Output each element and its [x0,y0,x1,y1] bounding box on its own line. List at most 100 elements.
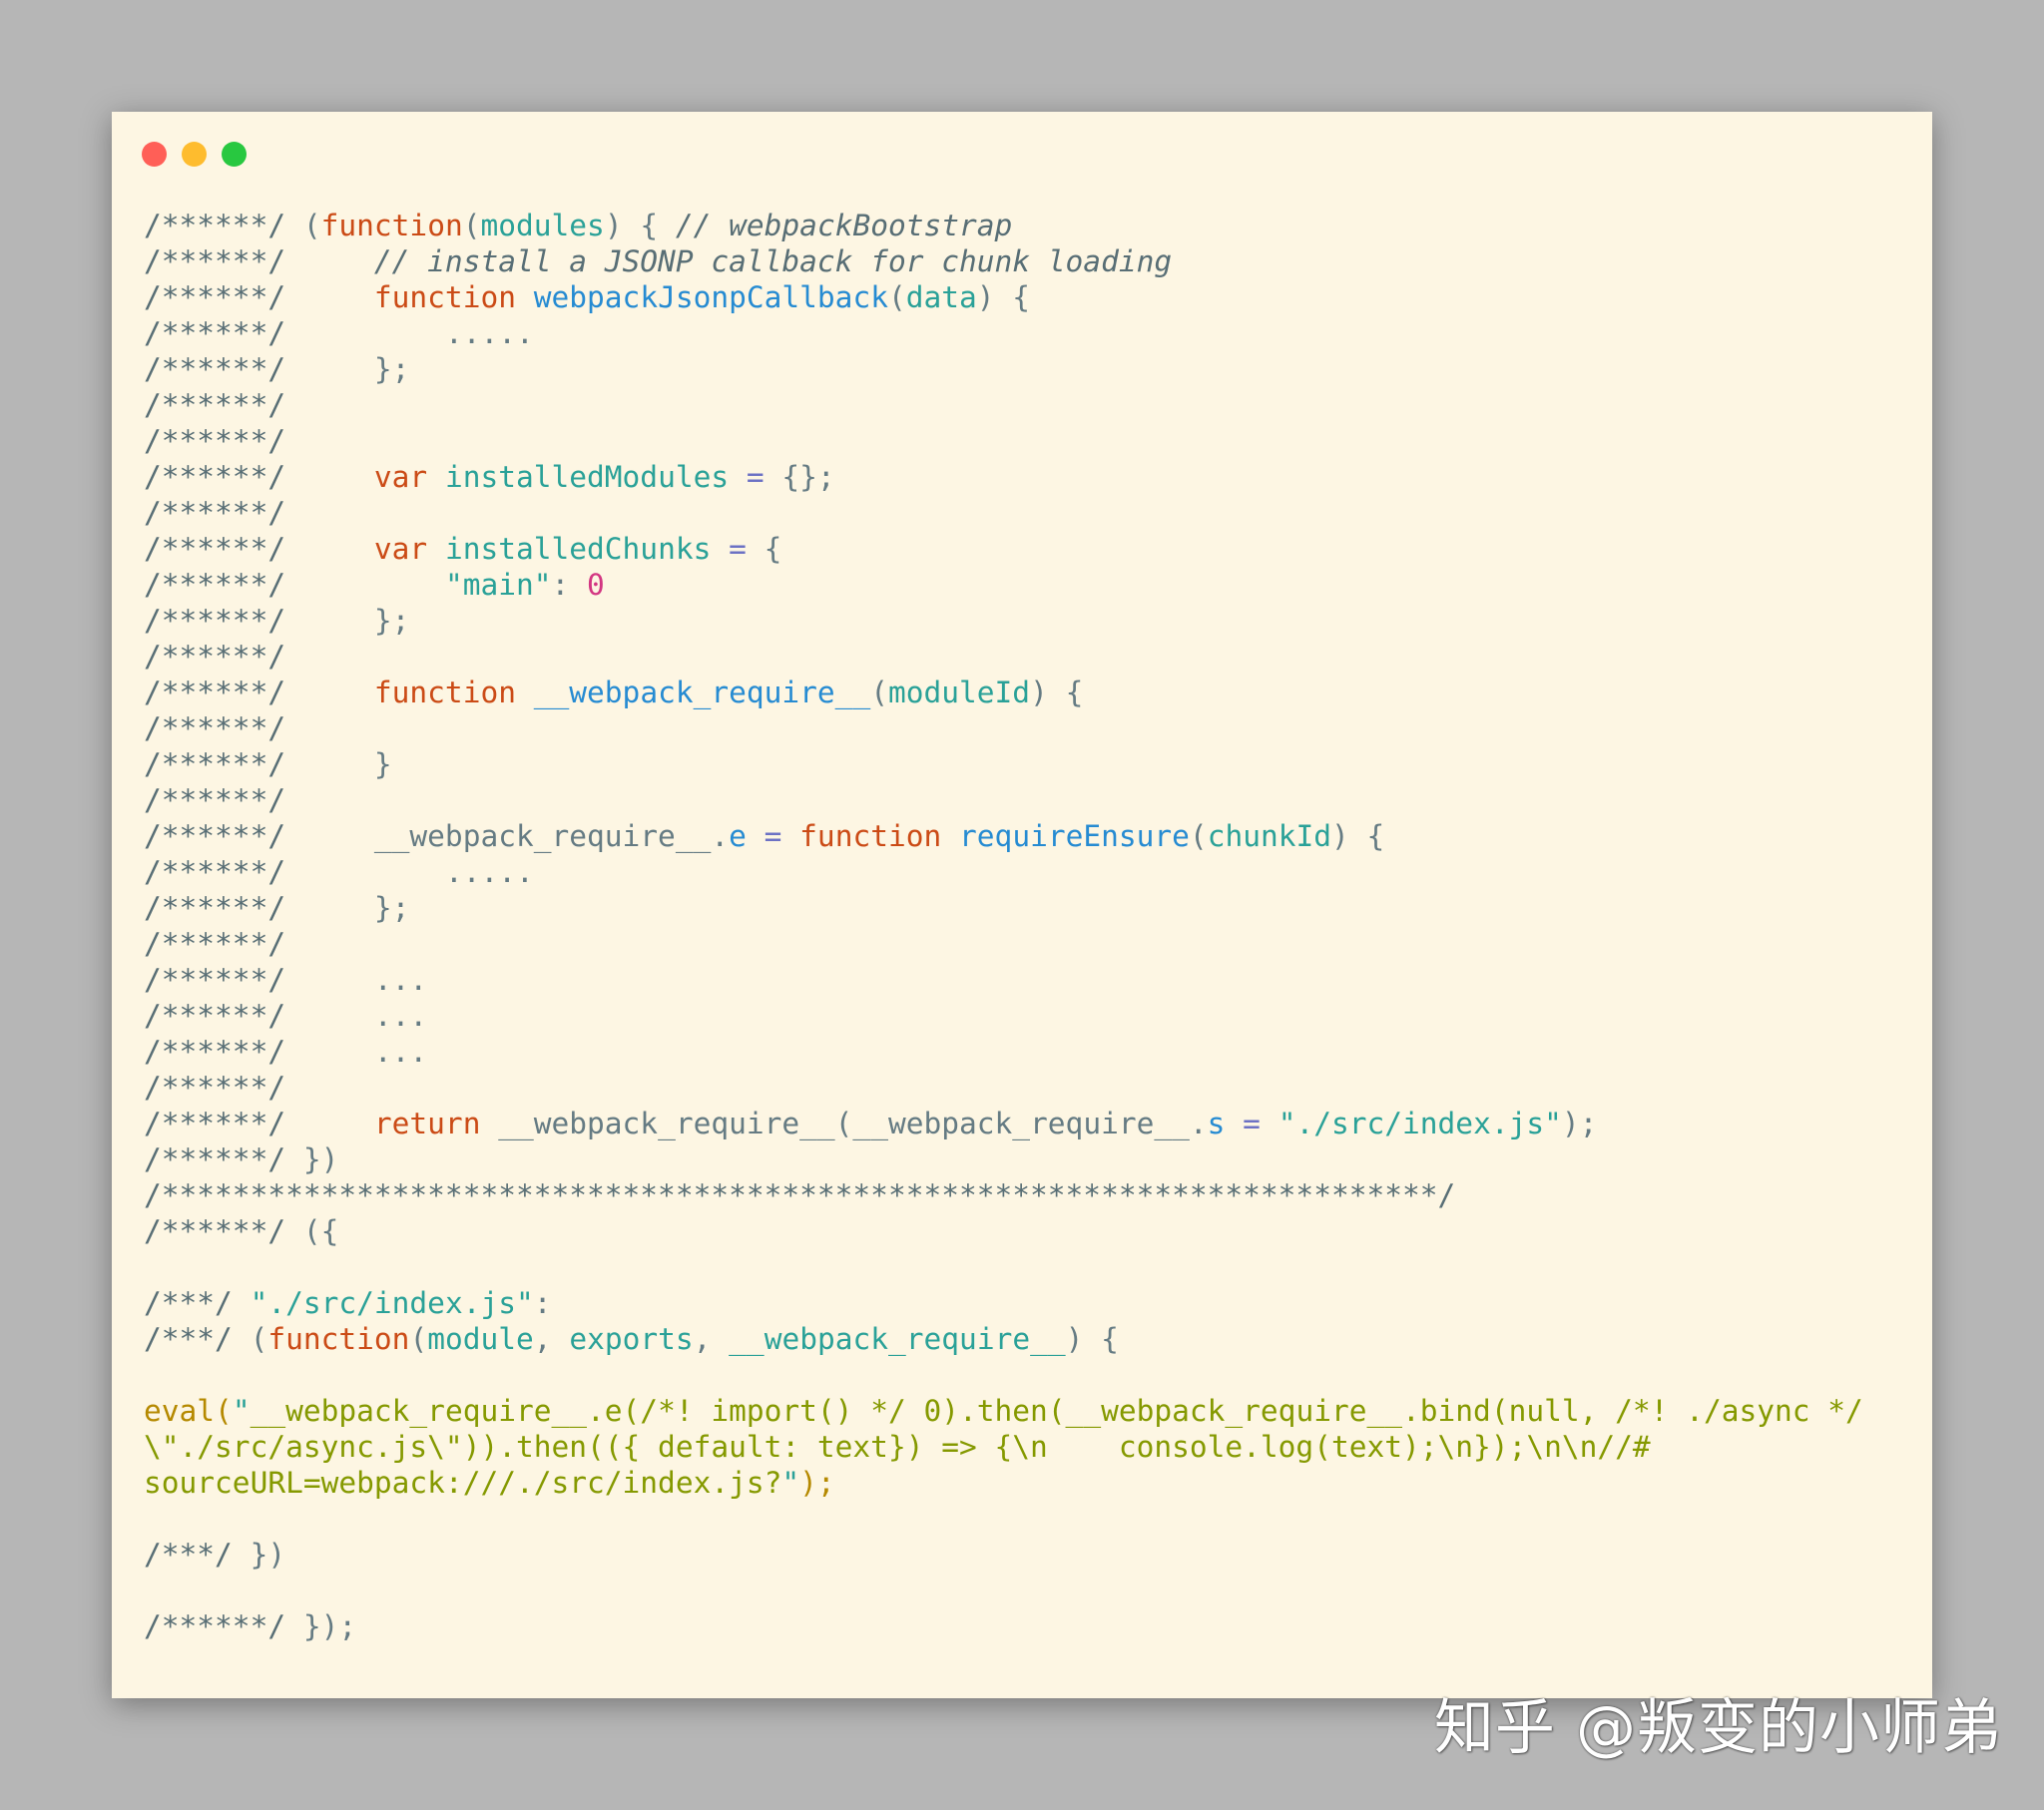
code-line: /******/ [144,782,1863,818]
code-line: /******/ var installedChunks = { [144,531,1863,567]
code-token: " [232,1394,251,1428]
code-token: : [551,568,588,602]
code-token: } [373,747,392,781]
code-token: }; [373,604,410,638]
code-line: /******/ "main": 0 [144,567,1863,603]
code-token: ... [373,1035,428,1069]
code-token: ) { [1030,676,1084,709]
code-line: /******/ }) [144,1141,1863,1177]
code-token: ( [870,676,888,709]
code-token: /******/ [144,1071,286,1105]
code-token: , [533,1322,570,1356]
code-token: /***/ [144,1322,251,1356]
code-token: ) { [1065,1322,1119,1356]
code-token: modules [480,209,605,242]
code-token: /******/ [144,999,374,1033]
code-token: ... [373,999,428,1033]
code-line: /******/ ... [144,998,1863,1034]
code-token: ( [1189,819,1208,853]
code-token: }; [373,891,410,925]
code-token: /******/ [144,676,374,709]
code-token: \"./src/async.js\")).then(({ default: te… [144,1430,1651,1464]
code-line: /******/ }); [144,1608,1863,1644]
code-line: eval("__webpack_require__.e(/*! import()… [144,1393,1863,1429]
code-token: }) [302,1142,339,1176]
code-token: function [373,676,534,709]
code-token: /******/ [144,244,374,278]
code-token: var [373,532,445,566]
code-token: /******/ [144,388,286,422]
zoom-button[interactable] [222,142,247,167]
code-token: __webpack_require__(__webpack_require__. [498,1107,1208,1140]
code-line: /******/ ({ [144,1213,1863,1249]
minimize-button[interactable] [182,142,207,167]
code-token: function [320,209,463,242]
code-token: ({ [302,1214,339,1248]
code-token: "./src/index.js" [250,1286,534,1320]
code-line: /******/ ... [144,1034,1863,1070]
code-line: sourceURL=webpack:///./src/index.js?"); [144,1465,1863,1501]
watermark: 知乎 @叛变的小师弟 [1433,1693,2002,1763]
code-token: = [711,532,765,566]
code-line: /******/ ... [144,962,1863,998]
code-token: /******/ [144,496,286,530]
code-token: /******/ [144,891,374,925]
code-token: }); [302,1609,357,1643]
code-line: /******/ function webpackJsonpCallback(d… [144,279,1863,315]
code-token: ..... [444,316,534,350]
code-token: " [781,1466,800,1500]
code-token: /******/ [144,316,445,350]
code-token: /******/ [144,640,286,674]
code-token: chunkId [1207,819,1332,853]
code-token: /******/ [144,963,374,997]
code-token: , [693,1322,730,1356]
code-line: /******/ } [144,746,1863,782]
code-line: /******/ [144,423,1863,459]
close-button[interactable] [142,142,167,167]
code-token: eval( [144,1394,233,1428]
code-token: webpackJsonpCallback [533,280,888,314]
code-token: ( [887,280,906,314]
code-block: /******/ (function(modules) { // webpack… [144,208,1863,1644]
code-line: /******/ }; [144,890,1863,926]
code-line: /******/ // install a JSONP callback for… [144,243,1863,279]
code-token: requireEnsure [959,819,1190,853]
code-token: ) { [976,280,1031,314]
code-token: /******/ [144,927,286,961]
code-token: ( [250,1322,268,1356]
code-token: {}; [781,460,835,494]
code-token: /******/ [144,819,374,853]
code-token: __webpack_require__ [729,1322,1066,1356]
code-token: /******/ [144,783,286,817]
code-token: var [373,460,445,494]
code-token: /******/ [144,711,286,745]
code-line: /******/ }; [144,351,1863,387]
code-token: /***************************************… [144,1178,1456,1212]
code-token: ( [302,209,321,242]
code-token: ); [1561,1107,1598,1140]
code-line: /******/ [144,495,1863,531]
code-token: ..... [444,855,534,889]
code-token: // webpackBootstrap [675,209,1013,242]
code-token: return [373,1107,499,1140]
code-token: /******/ [144,1035,374,1069]
code-token: /******/ [144,424,286,458]
code-token: = [746,819,800,853]
code-token: /******/ [144,855,445,889]
code-token: moduleId [887,676,1031,709]
code-token: /******/ [144,1609,303,1643]
code-token: function [267,1322,410,1356]
code-token: = [729,460,782,494]
code-token: /******/ [144,209,303,242]
code-token: /******/ [144,532,374,566]
code-line: /******/ ..... [144,315,1863,351]
code-token: "main" [444,568,552,602]
code-line: /***************************************… [144,1177,1863,1213]
code-line: /***/ }) [144,1537,1863,1573]
code-line: /******/ function __webpack_require__(mo… [144,675,1863,710]
code-token: = [1225,1107,1278,1140]
